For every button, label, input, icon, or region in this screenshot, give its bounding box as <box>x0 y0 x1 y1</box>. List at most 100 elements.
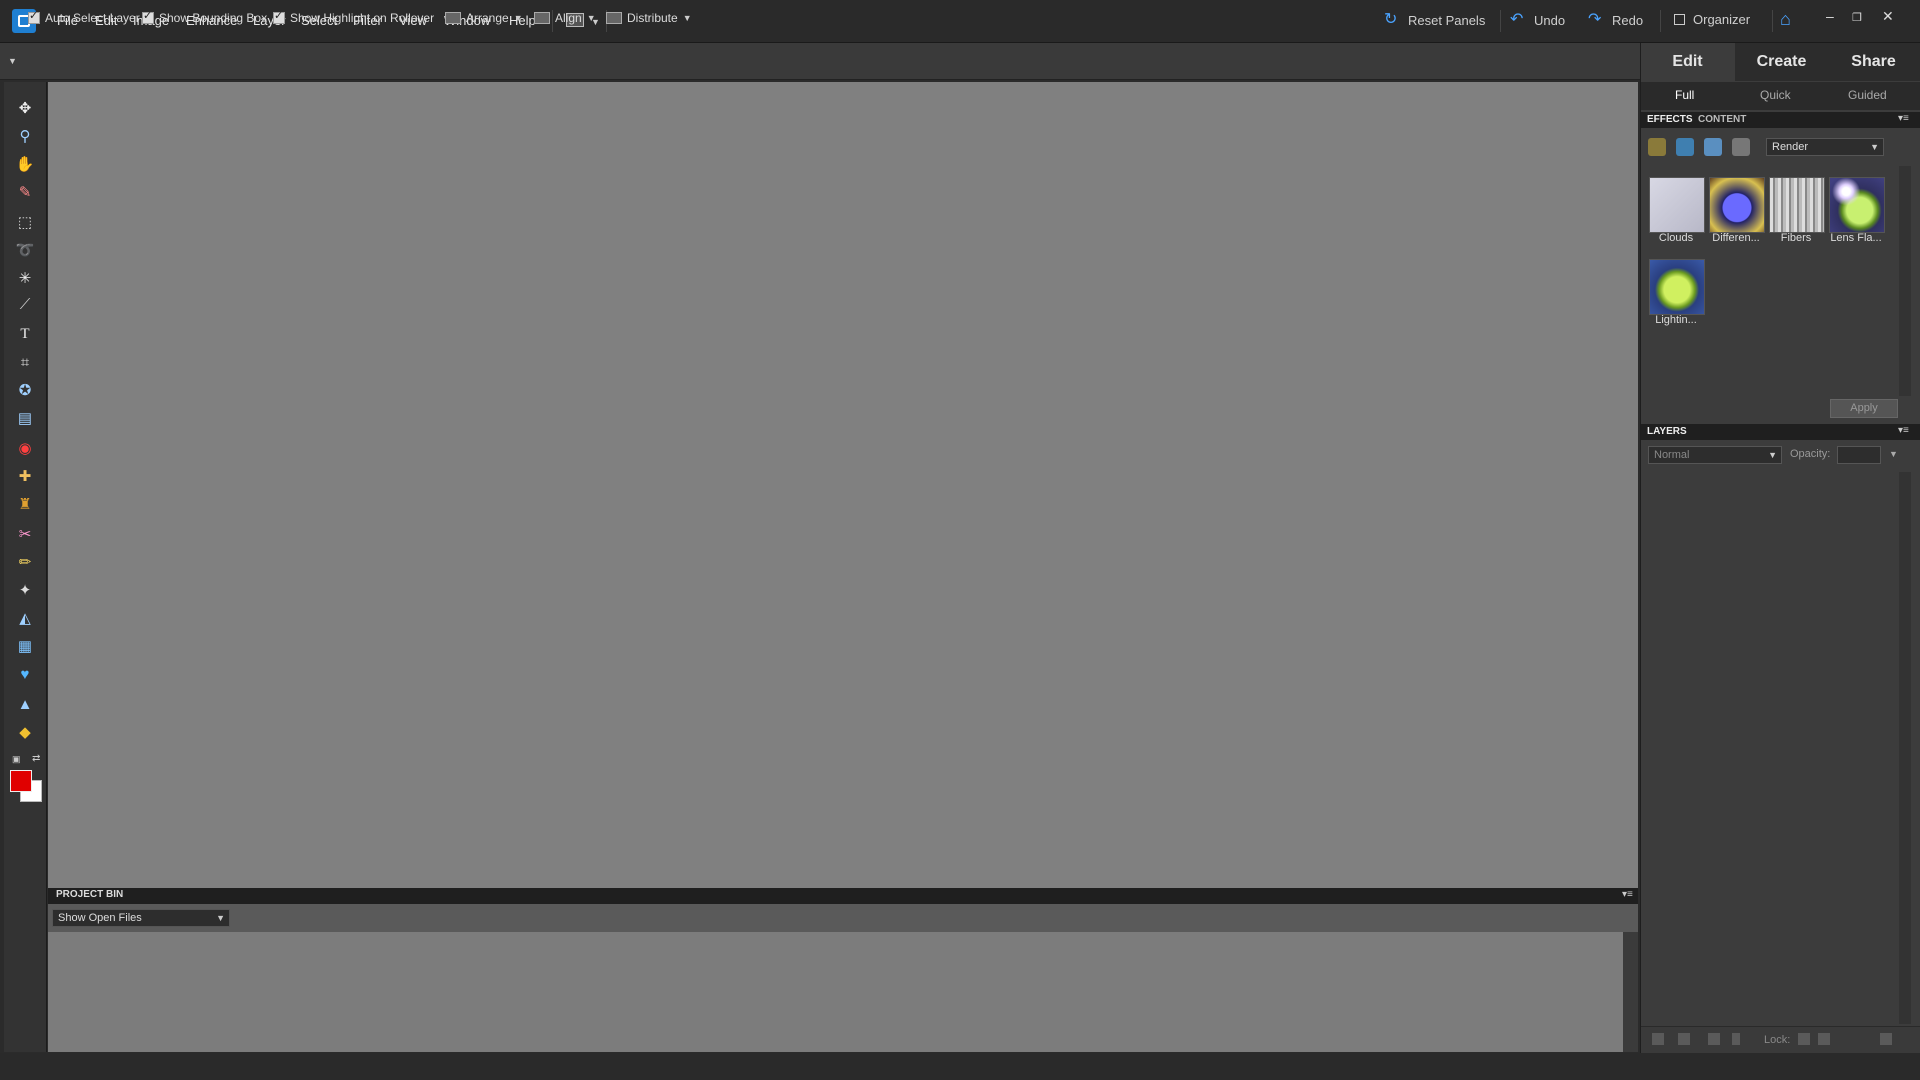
gradient-tool-icon[interactable]: ▦ <box>14 636 36 656</box>
blend-mode-value: Normal <box>1654 449 1690 461</box>
distribute-icon <box>606 12 622 24</box>
lens-flare-thumbnail[interactable] <box>1829 177 1885 233</box>
chevron-down-icon[interactable]: ▼ <box>1889 449 1898 459</box>
spot-healing-tool-icon[interactable]: ✚ <box>14 466 36 486</box>
clouds-thumbnail[interactable] <box>1649 177 1705 233</box>
undo-label: Undo <box>1534 12 1566 28</box>
minimize-icon[interactable]: – <box>1826 8 1834 24</box>
layer-styles-icon[interactable] <box>1676 138 1694 156</box>
zoom-tool-icon[interactable]: ⚲ <box>14 126 36 146</box>
close-icon[interactable]: ✕ <box>1882 8 1894 25</box>
magic-wand-tool-icon[interactable]: ✳ <box>14 268 36 288</box>
panel-menu-icon[interactable]: ▾≡ <box>1622 889 1633 900</box>
home-icon[interactable]: ⌂ <box>1780 9 1791 30</box>
cookie-cutter-tool-icon[interactable]: ✪ <box>14 380 36 400</box>
eraser-tool-icon[interactable]: ✂ <box>14 524 36 544</box>
marquee-tool-icon[interactable]: ⬚ <box>14 212 36 232</box>
redo-button[interactable]: ↷ Redo <box>1588 12 1643 28</box>
redo-icon: ↷ <box>1588 11 1602 28</box>
align-button[interactable]: Align ▼ <box>534 11 596 25</box>
quick-selection-tool-icon[interactable]: ⟋ <box>14 294 36 314</box>
distribute-label: Distribute <box>627 11 678 25</box>
link-icon[interactable] <box>1732 1033 1740 1045</box>
custom-shape-tool-icon[interactable]: ♥ <box>14 664 36 684</box>
project-bin-content[interactable] <box>48 932 1623 1052</box>
fibers-thumbnail[interactable] <box>1769 177 1825 233</box>
chevron-down-icon: ▼ <box>513 13 523 23</box>
hand-tool-icon[interactable]: ✋ <box>14 154 36 174</box>
default-colors-icon[interactable]: ▣ <box>12 754 21 765</box>
subtab-full[interactable]: Full <box>1675 88 1694 102</box>
foreground-color-swatch[interactable] <box>10 770 32 792</box>
trash-icon[interactable] <box>1880 1033 1892 1045</box>
filters-icon[interactable] <box>1648 138 1666 156</box>
project-bin-scrollbar[interactable] <box>1623 932 1638 1052</box>
subtab-quick[interactable]: Quick <box>1760 88 1791 102</box>
sponge-tool-icon[interactable]: ◆ <box>14 722 36 742</box>
organizer-button[interactable]: Organizer <box>1674 12 1750 27</box>
opacity-label: Opacity: <box>1790 448 1831 460</box>
reset-panels-button[interactable]: ↻ Reset Panels <box>1384 12 1485 28</box>
effects-scrollbar[interactable] <box>1899 166 1911 396</box>
filter-category-select[interactable]: Render ▼ <box>1766 138 1884 156</box>
chevron-down-icon: ▼ <box>1768 450 1777 460</box>
panel-menu-icon[interactable]: ▾≡ <box>1898 425 1909 436</box>
distribute-button[interactable]: Distribute ▼ <box>606 11 692 25</box>
undo-button[interactable]: ↶ Undo <box>1510 12 1565 28</box>
arrange-button[interactable]: Arrange ▼ <box>445 11 523 25</box>
pencil-tool-icon[interactable]: ✏ <box>14 552 36 572</box>
type-tool-icon[interactable]: T <box>14 324 36 344</box>
tool-preset-chevron-icon[interactable]: ▼ <box>8 56 17 66</box>
move-tool-icon[interactable]: ✥ <box>14 98 36 118</box>
new-layer-icon[interactable] <box>1652 1033 1664 1045</box>
show-open-files-select[interactable]: Show Open Files ▼ <box>52 909 230 927</box>
brush-tool-icon[interactable]: ✦ <box>14 580 36 600</box>
thumbnail-label: Fibers <box>1780 232 1812 244</box>
panel-menu-icon[interactable]: ▾≡ <box>1898 113 1909 124</box>
layers-list[interactable] <box>1641 472 1899 1024</box>
tab-edit[interactable]: Edit <box>1641 43 1734 81</box>
redo-label: Redo <box>1612 12 1644 28</box>
auto-select-layer-option[interactable]: Auto Select Layer <box>28 9 140 25</box>
show-all-icon[interactable] <box>1732 138 1750 156</box>
blend-mode-select[interactable]: Normal ▼ <box>1648 446 1782 464</box>
photo-effects-icon[interactable] <box>1704 138 1722 156</box>
swap-colors-icon[interactable]: ⇄ <box>32 753 40 764</box>
layers-scrollbar[interactable] <box>1899 472 1911 1024</box>
new-adjustment-layer-icon[interactable] <box>1678 1033 1690 1045</box>
align-icon <box>534 12 550 24</box>
difference-clouds-thumbnail[interactable] <box>1709 177 1765 233</box>
lock-transparency-icon[interactable] <box>1798 1033 1810 1045</box>
opacity-field[interactable] <box>1837 446 1881 464</box>
tab-share[interactable]: Share <box>1827 43 1920 81</box>
clone-stamp-tool-icon[interactable]: ♜ <box>14 494 36 514</box>
tab-create[interactable]: Create <box>1735 43 1828 81</box>
show-bounding-box-checkbox[interactable] <box>142 9 154 24</box>
tab-content[interactable]: CONTENT <box>1698 114 1746 125</box>
subtab-guided[interactable]: Guided <box>1848 88 1887 102</box>
show-highlight-option[interactable]: Show Highlight on Rollover <box>273 9 435 25</box>
show-bounding-box-option[interactable]: Show Bounding Box <box>142 9 267 25</box>
restore-icon[interactable]: ❐ <box>1852 11 1862 24</box>
red-eye-tool-icon[interactable]: ◉ <box>14 438 36 458</box>
lighting-effects-thumbnail[interactable] <box>1649 259 1705 315</box>
show-highlight-label: Show Highlight on Rollover <box>290 11 435 25</box>
show-highlight-checkbox[interactable] <box>273 9 285 24</box>
arrange-icon <box>445 12 461 24</box>
brush-icon[interactable] <box>1708 1033 1720 1045</box>
auto-select-layer-label: Auto Select Layer <box>45 11 140 25</box>
lasso-tool-icon[interactable]: ➰ <box>14 240 36 260</box>
crop-tool-icon[interactable]: ⌗ <box>14 352 36 372</box>
divider <box>1660 10 1661 32</box>
tab-effects[interactable]: EFFECTS <box>1647 114 1693 125</box>
eyedropper-tool-icon[interactable]: ✎ <box>14 182 36 202</box>
auto-select-layer-checkbox[interactable] <box>28 9 40 24</box>
straighten-tool-icon[interactable]: ▤ <box>14 408 36 428</box>
paint-bucket-tool-icon[interactable]: ◭ <box>14 608 36 628</box>
blur-tool-icon[interactable]: ▲ <box>14 694 36 714</box>
reset-panels-label: Reset Panels <box>1408 12 1486 28</box>
lock-icon[interactable] <box>1818 1033 1830 1045</box>
apply-button[interactable]: Apply <box>1830 399 1898 418</box>
canvas-area[interactable] <box>48 82 1638 888</box>
undo-icon: ↶ <box>1510 11 1524 28</box>
